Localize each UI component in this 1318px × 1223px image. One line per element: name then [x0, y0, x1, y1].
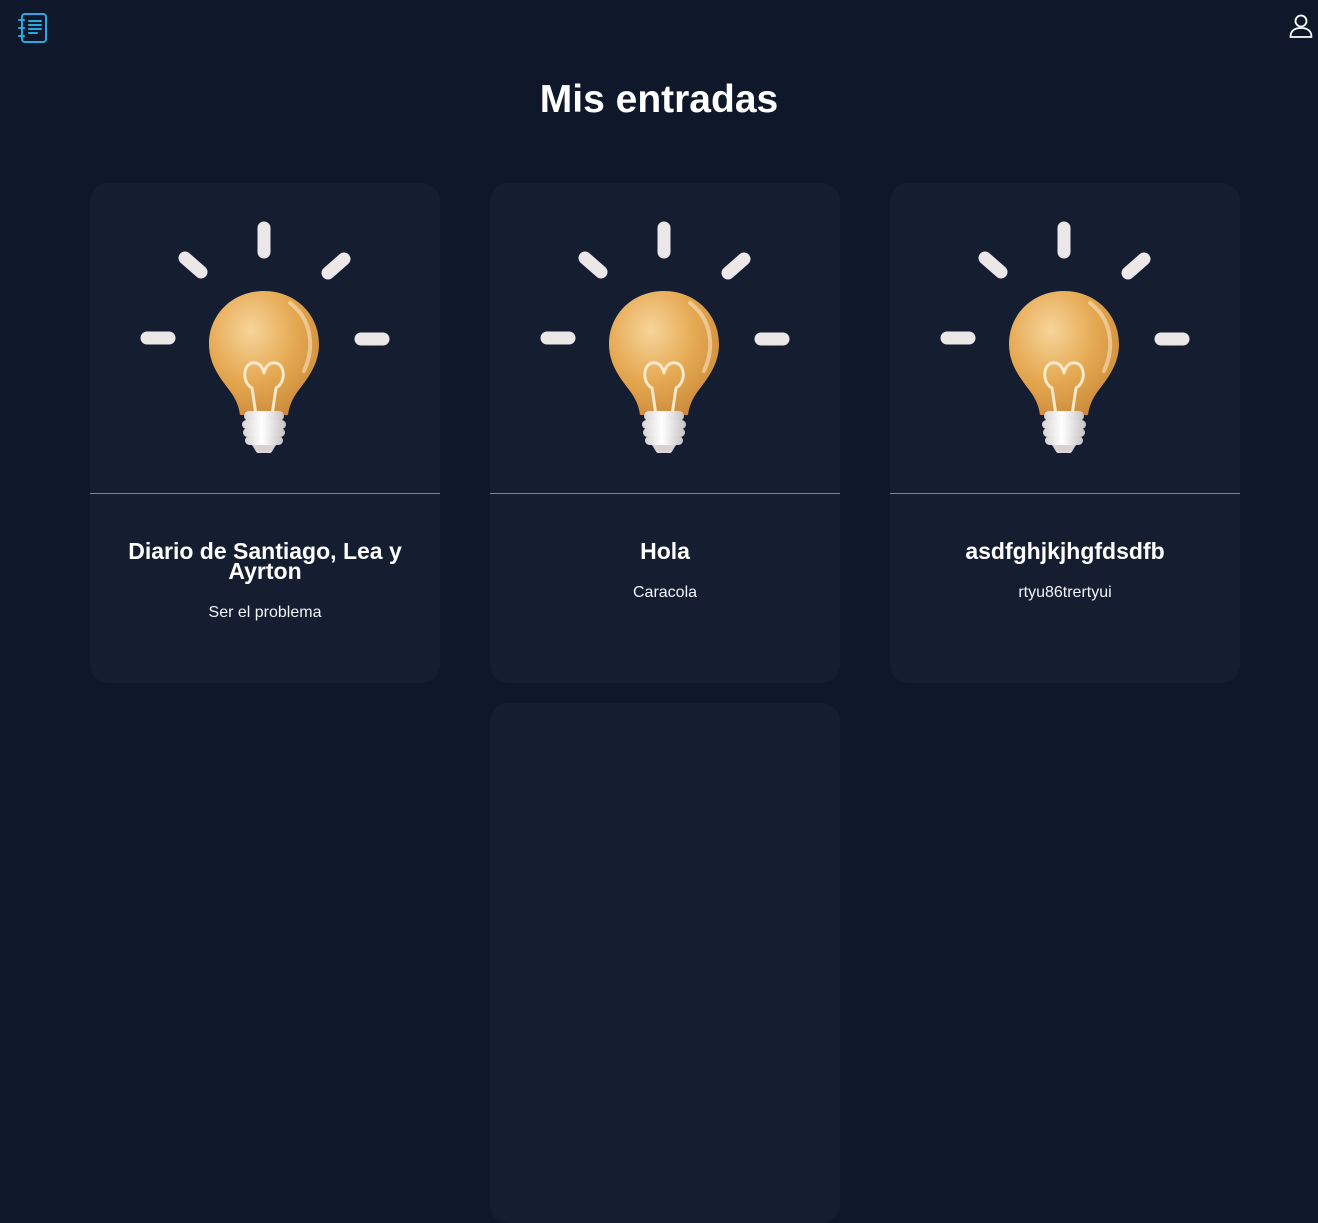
- lightbulb-icon: [90, 183, 440, 493]
- entry-title: Hola: [640, 538, 690, 564]
- entry-title: asdfghjkjhgfdsdfb: [965, 538, 1165, 564]
- entry-card[interactable]: Diario de Santiago, Lea y Ayrton Ser el …: [90, 183, 440, 683]
- lightbulb-icon: [490, 183, 840, 493]
- plus-icon: [589, 877, 741, 1029]
- entry-subtitle: Ser el problema: [208, 604, 322, 621]
- user-profile-icon[interactable]: [1288, 13, 1314, 39]
- notebook-list-icon[interactable]: [17, 12, 49, 44]
- card-divider: [890, 493, 1240, 494]
- entry-subtitle: Caracola: [632, 584, 698, 601]
- entry-subtitle: rtyu86trertyui: [1018, 584, 1112, 601]
- card-divider: [490, 493, 840, 494]
- page-title: Mis entradas: [539, 78, 779, 121]
- entry-card[interactable]: asdfghjkjhgfdsdfb rtyu86trertyui: [890, 183, 1240, 683]
- entry-card[interactable]: Hola Caracola: [490, 183, 840, 683]
- add-entry-button[interactable]: [490, 703, 840, 1223]
- entry-title: Diario de Santiago, Lea y Ayrton: [128, 538, 402, 584]
- lightbulb-icon: [890, 183, 1240, 493]
- card-divider: [90, 493, 440, 494]
- top-bar: [0, 0, 1318, 56]
